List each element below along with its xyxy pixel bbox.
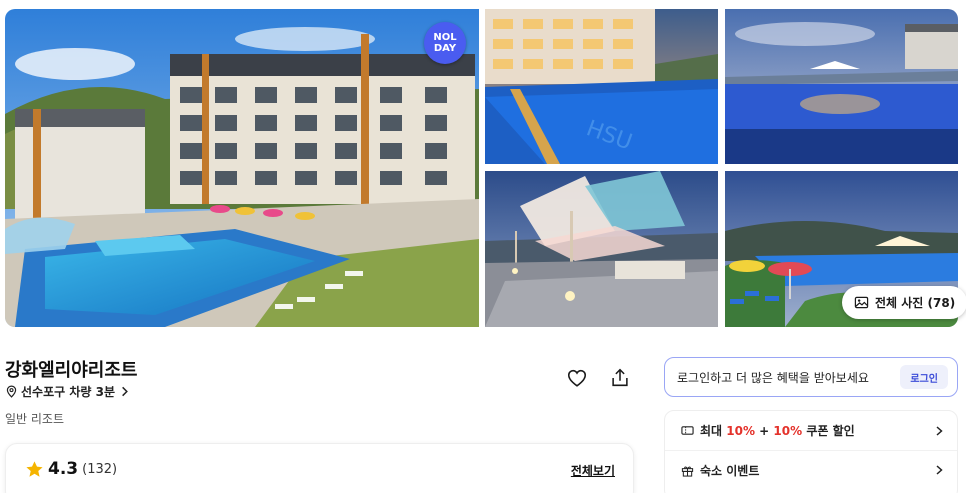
coupon-icon [681,426,694,435]
gift-icon [681,466,694,477]
coupon-suffix: 쿠폰 할인 [802,424,855,438]
chevron-right-icon [122,386,128,397]
coupon-pct-2: 10% [773,424,803,438]
location-link[interactable]: 선수포구 차량 3분 [5,383,131,400]
star-icon [26,460,43,477]
review-count: (132) [82,461,118,477]
wishlist-button[interactable] [563,364,591,392]
review-summary-card: 4.3 (132) 전체보기 [5,443,634,493]
location-pin-icon [6,385,17,398]
photo-infinity-pool[interactable] [725,9,958,164]
image-icon [854,296,869,309]
login-banner: 로그인하고 더 많은 혜택을 받아보세요 로그인 [664,357,958,397]
coupon-discount-label: 최대 10% + 10% 쿠폰 할인 [700,422,933,439]
login-button[interactable]: 로그인 [900,365,948,389]
chevron-right-icon [936,425,943,436]
photo-terrace-canopy[interactable] [485,171,718,327]
hotel-name: 강화엘리야리조트 [5,360,138,381]
badge-line-2: DAY [433,43,457,54]
view-all-photos-button[interactable]: 전체 사진 (78) [842,286,966,319]
benefits-panel: 최대 10% + 10% 쿠폰 할인 숙소 이벤트 [664,410,958,493]
location-text: 선수포구 차량 3분 [21,385,115,399]
view-all-reviews-link[interactable]: 전체보기 [571,462,615,479]
coupon-pct-1: 10% [726,424,755,438]
photo-gallery: HSU NOL DAY 전체 사진 (78) [5,9,966,327]
rating-value: 4.3 [48,459,79,479]
login-banner-text: 로그인하고 더 많은 혜택을 받아보세요 [677,370,869,385]
nol-day-badge: NOL DAY [424,22,466,64]
coupon-discount-row[interactable]: 최대 10% + 10% 쿠폰 할인 [665,411,957,450]
coupon-plus: + [755,424,774,438]
badge-line-1: NOL [433,32,457,43]
property-event-label: 숙소 이벤트 [700,463,760,478]
heart-icon [567,369,587,387]
rating-summary: 4.3 (132) [25,459,117,479]
property-event-row[interactable]: 숙소 이벤트 [665,450,957,489]
chevron-right-icon [936,465,943,475]
property-category: 일반 리조트 [5,412,65,426]
share-button[interactable] [606,364,634,392]
main-photo[interactable] [5,9,479,327]
photo-pool-evening[interactable]: HSU [485,9,718,164]
share-icon [612,368,628,387]
coupon-prefix: 최대 [700,424,727,438]
view-all-photos-label: 전체 사진 (78) [875,296,956,310]
